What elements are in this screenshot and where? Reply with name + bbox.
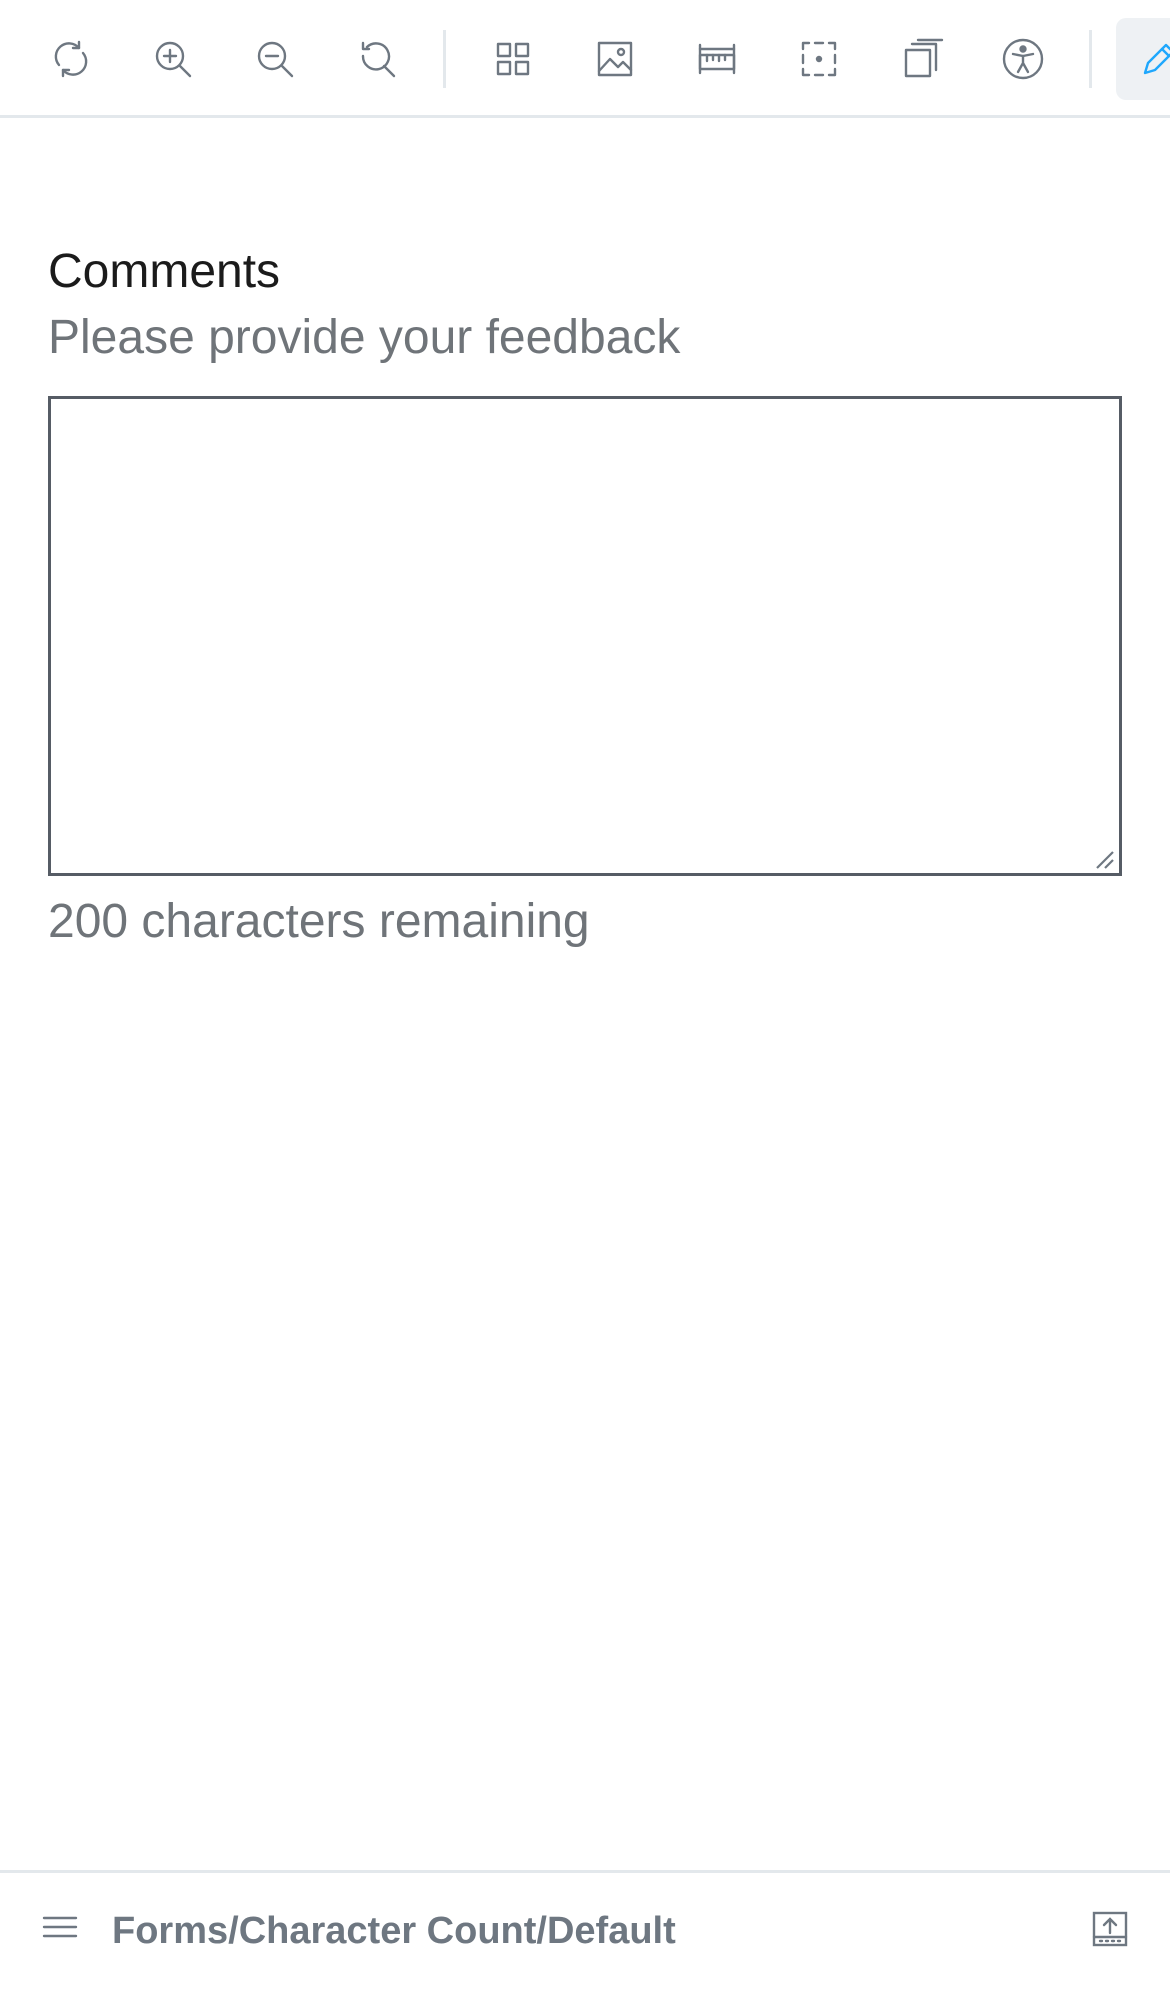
- character-count-status: 200 characters remaining: [48, 895, 590, 948]
- ruler-icon[interactable]: [676, 18, 758, 100]
- outline-icon[interactable]: [778, 18, 860, 100]
- background-icon[interactable]: [574, 18, 656, 100]
- grid-icon[interactable]: [472, 18, 554, 100]
- bottom-bar: Forms/Character Count/Default: [0, 1870, 1170, 1992]
- addon-panel-icon[interactable]: [1084, 1903, 1136, 1955]
- remount-icon[interactable]: [30, 18, 112, 100]
- field-hint: Please provide your feedback: [48, 311, 681, 364]
- toolbar: [0, 0, 1170, 118]
- zoom-in-icon[interactable]: [132, 18, 214, 100]
- viewport-icon[interactable]: [880, 18, 962, 100]
- toolbar-separator: [443, 30, 446, 88]
- toolbar-separator: [1089, 30, 1092, 88]
- character-count-field: Comments Please provide your feedback: [48, 244, 1122, 366]
- zoom-out-icon[interactable]: [234, 18, 316, 100]
- menu-icon[interactable]: [36, 1903, 84, 1951]
- accessibility-icon[interactable]: [982, 18, 1064, 100]
- field-label: Comments: [48, 245, 281, 298]
- story-path: Forms/Character Count/Default: [112, 1910, 676, 1952]
- comments-textarea[interactable]: [48, 396, 1122, 876]
- zoom-reset-icon[interactable]: [336, 18, 418, 100]
- pencil-icon[interactable]: [1116, 18, 1170, 100]
- resize-handle-icon[interactable]: [1093, 848, 1115, 870]
